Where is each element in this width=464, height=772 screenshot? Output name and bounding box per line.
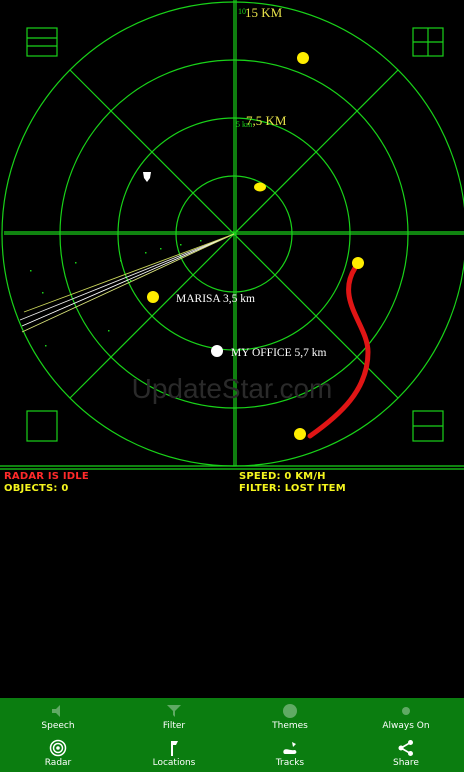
location-pin-icon[interactable] (143, 172, 151, 182)
target-marisa-dot[interactable] (147, 291, 159, 303)
zoom-in-icon[interactable] (412, 27, 444, 57)
bottom-menu: Speech Filter Themes Always On Radar Loc… (0, 698, 464, 772)
target-office-dot[interactable] (211, 345, 223, 357)
target-office-label: MY OFFICE 5,7 km (231, 347, 326, 359)
layer-box-icon[interactable] (412, 410, 444, 442)
target-dot[interactable] (294, 428, 306, 440)
target-dot[interactable] (352, 257, 364, 269)
tracks-label: Tracks (275, 758, 305, 768)
filter-text: FILTER: LOST ITEM (239, 483, 346, 494)
always-on-label: Always On (382, 721, 430, 731)
zoom-out-icon[interactable] (26, 27, 58, 57)
share-icon (398, 740, 413, 756)
radar-display[interactable]: 10 15 KM 5 km 7,5 KM UpdateStar.com MARI… (0, 0, 464, 470)
share-button[interactable]: Share (348, 739, 464, 768)
tracks-button[interactable]: Tracks (232, 739, 348, 768)
filter-icon (167, 705, 181, 717)
radar-icon (49, 739, 67, 757)
sun-icon (402, 707, 410, 715)
locations-label: Locations (152, 758, 196, 768)
radar-state-text: RADAR IS IDLE (4, 471, 89, 482)
radar-label: Radar (44, 758, 72, 768)
radar-button[interactable]: Radar (0, 739, 116, 768)
range-inner-label: 7,5 KM (246, 113, 287, 128)
themes-button[interactable]: Themes (232, 702, 348, 731)
mode-box-icon[interactable] (26, 410, 58, 442)
speech-icon (52, 705, 60, 717)
always-on-button[interactable]: Always On (348, 702, 464, 731)
target-dot[interactable] (254, 182, 266, 192)
speech-button[interactable]: Speech (0, 702, 116, 731)
objects-count-text: OBJECTS: 0 (4, 483, 69, 494)
speed-text: SPEED: 0 KM/H (239, 471, 326, 482)
themes-label: Themes (272, 721, 308, 731)
share-label: Share (393, 758, 419, 768)
filter-button[interactable]: Filter (116, 702, 232, 731)
speech-label: Speech (41, 721, 75, 731)
watermark: UpdateStar.com (132, 373, 333, 404)
shoe-print-icon (283, 742, 297, 754)
target-dot[interactable] (297, 52, 309, 64)
themes-icon (283, 704, 297, 718)
locations-button[interactable]: Locations (116, 739, 232, 768)
flag-icon (171, 741, 178, 756)
filter-label: Filter (162, 721, 186, 731)
target-marisa-label: MARISA 3,5 km (176, 293, 255, 305)
range-outer-label: 15 KM (245, 5, 283, 20)
